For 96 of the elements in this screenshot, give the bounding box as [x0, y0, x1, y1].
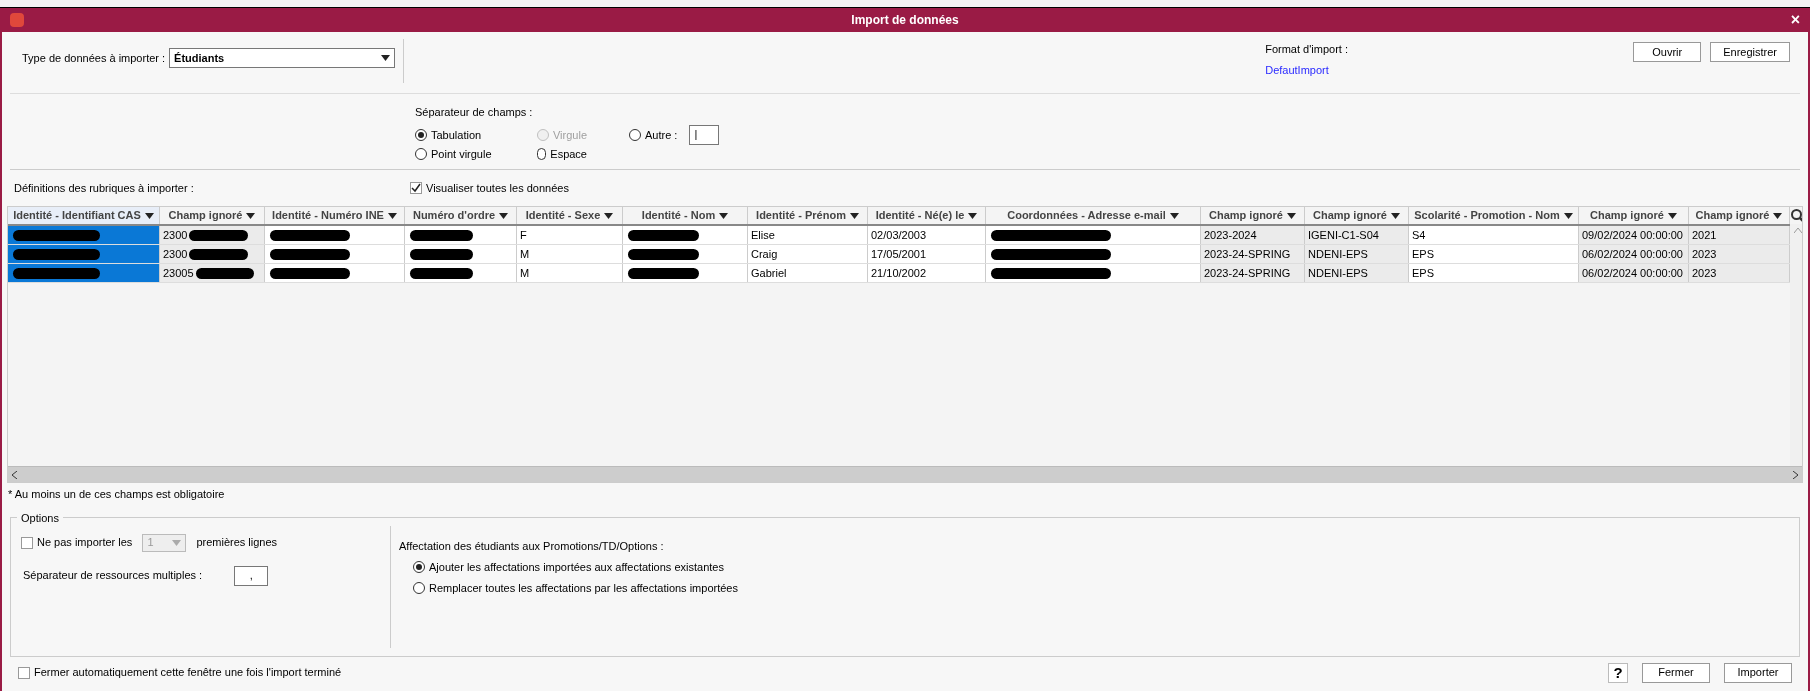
separator-label: Séparateur de champs :: [415, 105, 534, 120]
table-cell: NDENI-EPS: [1305, 245, 1409, 263]
table-cell: M: [517, 264, 623, 282]
required-note: * Au moins un de ces champs est obligatoire: [7, 487, 226, 502]
footer-button[interactable]: Fermer: [1642, 662, 1710, 683]
radio-button[interactable]: [413, 561, 425, 574]
multi-separator-label: Séparateur de ressources multiples :: [23, 568, 203, 584]
caret-icon: [604, 212, 614, 219]
table-cell: 2023-24-SPRING: [1201, 264, 1305, 282]
type-dropdown[interactable]: Étudiants: [169, 48, 396, 68]
redaction-mark: [189, 229, 249, 241]
checkmark-icon: [411, 183, 421, 193]
redaction-mark: [410, 248, 473, 260]
table-cell: S4: [1409, 226, 1579, 244]
radio-label: Ajouter les affectations importées aux affectations existantes: [429, 560, 724, 575]
format-label: Format d'import :: [1265, 42, 1348, 57]
radio-label: Autre :: [645, 127, 678, 143]
column-header[interactable]: Identité - Identifiant CAS: [8, 207, 160, 224]
table-cell: 02/03/2003: [868, 226, 986, 244]
caret-icon: [381, 55, 391, 61]
table-cell: NDENI-EPS: [1305, 264, 1409, 282]
caret-icon: [172, 539, 182, 546]
redaction-mark: [189, 248, 249, 260]
table-cell: 2023-24-SPRING: [1201, 245, 1305, 263]
table-cell: IGENI-C1-S04: [1305, 226, 1409, 244]
caret-icon: [849, 212, 859, 219]
table-cell: 2023: [1689, 245, 1790, 263]
redaction-mark: [628, 229, 699, 241]
table-cell: 09/02/2024 00:00:00: [1579, 226, 1689, 244]
caret-icon: [387, 212, 397, 219]
format-link[interactable]: DefautImport: [1265, 61, 1348, 78]
caret-icon: [246, 212, 256, 219]
horizontal-scrollbar[interactable]: [8, 466, 1802, 482]
skip-lines-checkbox[interactable]: [21, 536, 33, 549]
radio-label: Virgule: [552, 127, 587, 143]
vertical-scrollbar[interactable]: [1790, 224, 1802, 466]
caret-icon: [499, 212, 509, 219]
footer-button[interactable]: Importer: [1724, 662, 1792, 683]
help-button[interactable]: ?: [1608, 662, 1628, 683]
radio-button[interactable]: [537, 148, 547, 161]
radio-label: Remplacer toutes les affectations par les affectations importées: [429, 580, 738, 596]
table-cell: Craig: [748, 245, 868, 263]
table-cell: 17/05/2001: [868, 245, 986, 263]
radio-label: Point virgule: [431, 147, 492, 162]
caret-icon: [968, 212, 978, 219]
table-cell: 23005: [160, 264, 265, 282]
radio-button[interactable]: [413, 581, 425, 594]
checkbox-label: Fermer automatiquement cette fenêtre une fois l'import terminé: [34, 665, 342, 681]
table-cell: Elise: [748, 226, 868, 244]
show-all-checkbox[interactable]: [410, 182, 422, 194]
caret-icon: [144, 212, 154, 219]
header-button[interactable]: Ouvrir: [1633, 42, 1702, 62]
other-separator-field[interactable]: |: [689, 124, 720, 145]
table-cell: 2300: [160, 226, 265, 244]
caret-icon: [719, 212, 729, 219]
table-cell: Gabriel: [748, 264, 868, 282]
table-cell: F: [517, 226, 623, 244]
radio-label: Espace: [550, 147, 587, 162]
radio-button[interactable]: [415, 148, 427, 161]
table-cell: M: [517, 245, 623, 263]
redaction-mark: [410, 229, 473, 241]
app-logo-icon: [10, 13, 24, 27]
radio-button[interactable]: [415, 128, 427, 141]
redaction-mark: [628, 248, 699, 260]
skip-lines-suffix: premières lignes: [196, 535, 278, 551]
table-cell: 06/02/2024 00:00:00: [1579, 245, 1689, 263]
header-button[interactable]: Enregistrer: [1710, 42, 1790, 62]
table-cell: 2021: [1689, 226, 1790, 244]
table-cell: 21/10/2002: [868, 264, 986, 282]
checkbox-label: Visualiser toutes les données: [426, 180, 569, 196]
caret-icon: [1563, 212, 1573, 219]
close-button[interactable]: ×: [1790, 12, 1800, 28]
checkbox-label: Ne pas importer les: [37, 535, 133, 551]
table-cell: 2023-2024: [1201, 226, 1305, 244]
window-title: Import de données: [851, 12, 959, 29]
caret-icon: [1169, 212, 1179, 219]
table-cell: EPS: [1409, 264, 1579, 282]
table-cell: 2300: [160, 245, 265, 263]
caret-icon: [1390, 212, 1400, 219]
redaction-mark: [195, 267, 255, 279]
radio-label: Tabulation: [431, 127, 482, 143]
table-cell: 2023: [1689, 264, 1790, 282]
table-cell: 06/02/2024 00:00:00: [1579, 264, 1689, 282]
redaction-mark: [628, 267, 699, 279]
definitions-label: Définitions des rubriques à importer :: [14, 180, 195, 196]
radio-button[interactable]: [629, 128, 641, 141]
assignment-label: Affectation des étudiants aux Promotions/TD/Options :: [399, 538, 665, 554]
caret-icon: [1286, 212, 1296, 219]
type-label: Type de données à importer :: [22, 50, 166, 66]
caret-icon: [1773, 212, 1783, 219]
table-cell: EPS: [1409, 245, 1579, 263]
multi-separator-field[interactable]: ,: [234, 565, 269, 586]
auto-close-checkbox[interactable]: [18, 666, 30, 679]
caret-icon: [1667, 212, 1677, 219]
redaction-mark: [410, 267, 473, 279]
search-icon[interactable]: [1790, 208, 1802, 224]
